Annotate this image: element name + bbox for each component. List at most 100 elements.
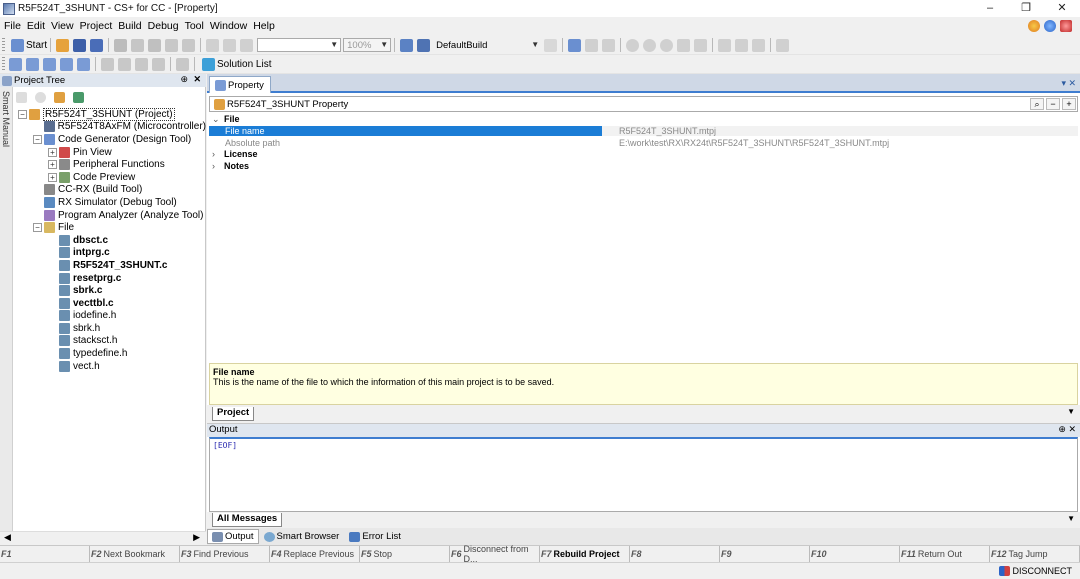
grid-icon[interactable] xyxy=(176,57,189,71)
property-row[interactable]: File name R5F524T_3SHUNT.mtpj xyxy=(209,126,1078,138)
chevron-down-icon[interactable]: ▼ xyxy=(1067,407,1075,416)
chevron-right-icon[interactable]: › xyxy=(212,149,224,159)
tree-item[interactable]: vecttbl.c xyxy=(14,297,206,310)
undo-icon[interactable] xyxy=(165,38,179,52)
tree-item[interactable]: R5F524T8AxFM (Microcontroller) xyxy=(14,121,206,134)
chevron-right-icon[interactable]: › xyxy=(212,161,224,171)
function-key-f12[interactable]: F12 Tag Jump xyxy=(990,546,1080,562)
tree-item[interactable]: sbrk.h xyxy=(14,322,206,335)
copy-icon[interactable] xyxy=(131,38,145,52)
collapse-icon[interactable]: − xyxy=(18,109,27,119)
function-key-f3[interactable]: F3 Find Previous xyxy=(180,546,270,562)
expand-icon[interactable]: + xyxy=(48,172,57,182)
reset-icon[interactable] xyxy=(602,38,616,52)
sort-icon[interactable] xyxy=(16,91,27,103)
output-controls-icon[interactable]: ⊕ ✕ xyxy=(1058,424,1076,435)
breakpoint-icon[interactable] xyxy=(776,38,790,52)
tree-item[interactable]: R5F524T_3SHUNT.c xyxy=(14,259,206,272)
tree-item[interactable]: vect.h xyxy=(14,360,206,373)
tree-item[interactable]: − File xyxy=(14,221,206,234)
collapse-icon[interactable]: − xyxy=(1046,98,1060,110)
menu-window[interactable]: Window xyxy=(207,17,250,36)
build-mode-combo[interactable]: DefaultBuild ▼ xyxy=(432,38,542,52)
bookmark-icon[interactable] xyxy=(43,57,56,71)
menu-view[interactable]: View xyxy=(48,17,77,36)
maximize-button[interactable]: ❐ xyxy=(1008,0,1044,17)
pin-icon[interactable]: ⊕ xyxy=(180,74,188,85)
connect-icon[interactable] xyxy=(585,38,599,52)
property-value[interactable]: R5F524T_3SHUNT.mtpj xyxy=(602,126,1078,137)
search-combo[interactable]: ▼ xyxy=(257,38,342,52)
menu-tool[interactable]: Tool xyxy=(182,17,207,36)
function-key-f10[interactable]: F10 xyxy=(810,546,900,562)
expand-icon[interactable]: + xyxy=(48,147,57,157)
help-icon[interactable] xyxy=(1044,20,1056,32)
dock-tab-smart-browser[interactable]: Smart Browser xyxy=(259,529,345,544)
zoom-combo[interactable]: 100% ▼ xyxy=(343,38,392,52)
tab-property[interactable]: Property xyxy=(209,76,271,93)
layout-icon[interactable] xyxy=(135,57,148,71)
tree-item[interactable]: stacksct.h xyxy=(14,335,206,348)
minimize-button[interactable]: – xyxy=(972,0,1008,17)
split-icon[interactable] xyxy=(152,57,165,71)
output-text[interactable]: [EOF] xyxy=(209,437,1078,512)
paste-icon[interactable] xyxy=(148,38,162,52)
toolbar-grip[interactable] xyxy=(2,57,5,71)
forward-icon[interactable] xyxy=(26,57,39,71)
dock-tab-output[interactable]: Output xyxy=(207,529,259,544)
property-category[interactable]: › License xyxy=(209,149,1078,161)
expand-icon[interactable]: + xyxy=(48,160,57,170)
tree-item[interactable]: iodefine.h xyxy=(14,310,206,323)
cut-icon[interactable] xyxy=(114,38,128,52)
expand-icon[interactable]: + xyxy=(1062,98,1076,110)
return-out-icon[interactable] xyxy=(752,38,766,52)
function-key-f2[interactable]: F2 Next Bookmark xyxy=(90,546,180,562)
window-icon[interactable] xyxy=(101,57,114,71)
function-key-f9[interactable]: F9 xyxy=(720,546,810,562)
start-button[interactable]: Start xyxy=(9,37,47,53)
close-icon[interactable]: ✕ xyxy=(193,74,201,85)
save-all-icon[interactable] xyxy=(90,38,104,52)
build-icon[interactable] xyxy=(400,38,414,52)
function-key-f11[interactable]: F11 Return Out xyxy=(900,546,990,562)
panel-icon[interactable] xyxy=(118,57,131,71)
clear-bookmark-icon[interactable] xyxy=(77,57,90,71)
step-out-icon[interactable] xyxy=(735,38,749,52)
tree-item[interactable]: CC-RX (Build Tool) xyxy=(14,184,206,197)
tab-project[interactable]: Project xyxy=(212,407,255,421)
tree-item[interactable]: + Pin View xyxy=(14,146,206,159)
scroll-left-icon[interactable]: ◀ xyxy=(4,532,11,543)
dock-tab-error-list[interactable]: Error List xyxy=(344,529,406,544)
solution-list-button[interactable]: Solution List xyxy=(200,56,271,72)
tree-item[interactable]: Program Analyzer (Analyze Tool) xyxy=(14,209,206,222)
tab-controls-icon[interactable]: ▾ ✕ xyxy=(1061,78,1076,89)
step-over-icon[interactable] xyxy=(694,38,708,52)
step-icon[interactable] xyxy=(677,38,691,52)
function-key-f6[interactable]: F6 Disconnect from D... xyxy=(450,544,540,564)
menu-file[interactable]: File xyxy=(0,17,24,36)
menu-build[interactable]: Build xyxy=(115,17,144,36)
refresh-icon[interactable] xyxy=(73,91,84,103)
property-row[interactable]: Absolute path E:\work\test\RX\RX24t\R5F52… xyxy=(209,137,1078,149)
find-in-files-icon[interactable] xyxy=(223,38,237,52)
tree-item[interactable]: + Peripheral Functions xyxy=(14,158,206,171)
tree-item[interactable]: + Code Preview xyxy=(14,171,206,184)
next-bookmark-icon[interactable] xyxy=(60,57,73,71)
build-mode-icon[interactable] xyxy=(417,38,431,52)
restart-icon[interactable] xyxy=(660,38,674,52)
tree-item[interactable]: intprg.c xyxy=(14,247,206,260)
stop-icon[interactable] xyxy=(626,38,640,52)
property-value[interactable]: E:\work\test\RX\RX24t\R5F524T_3SHUNT\R5F… xyxy=(602,138,1078,148)
tree-item[interactable]: sbrk.c xyxy=(14,284,206,297)
menu-project[interactable]: Project xyxy=(77,17,116,36)
function-key-f4[interactable]: F4 Replace Previous xyxy=(270,546,360,562)
function-key-f8[interactable]: F8 xyxy=(630,546,720,562)
property-category[interactable]: ⌄ File xyxy=(209,114,1078,126)
open-icon[interactable] xyxy=(56,38,70,52)
smart-manual-tab[interactable]: Smart Manual xyxy=(0,87,13,545)
build-settings-icon[interactable] xyxy=(544,38,558,52)
menu-edit[interactable]: Edit xyxy=(24,17,48,36)
collapse-icon[interactable]: − xyxy=(33,223,42,233)
function-key-f1[interactable]: F1 xyxy=(0,546,90,562)
close-button[interactable]: ✕ xyxy=(1044,0,1080,17)
